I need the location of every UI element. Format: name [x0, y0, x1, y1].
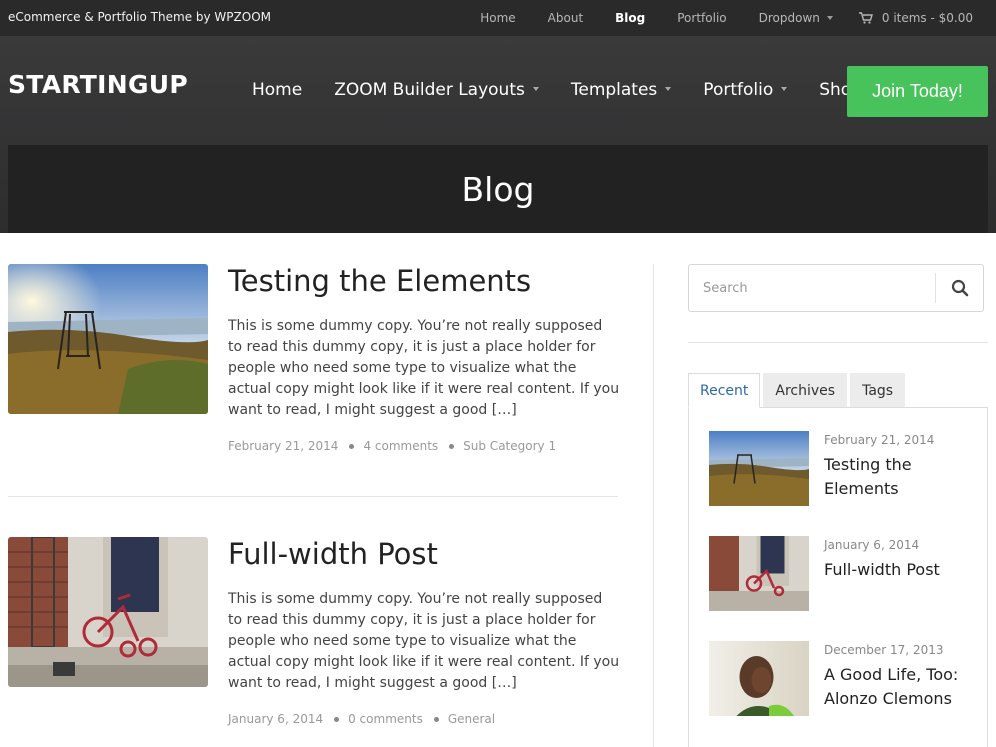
page-title: Blog [461, 169, 535, 209]
site-logo[interactable]: STARTINGUP [8, 70, 188, 99]
recent-post-date: February 21, 2014 [824, 433, 935, 447]
mainnav-zoom-builder-label: ZOOM Builder Layouts [334, 80, 525, 100]
topnav-dropdown-label: Dropdown [758, 11, 820, 25]
chevron-down-icon [665, 87, 672, 91]
recent-post-title[interactable]: Testing the Elements [824, 453, 974, 501]
topnav-blog[interactable]: Blog [599, 11, 661, 25]
recent-post-title[interactable]: A Good Life, Too: Alonzo Clemons [824, 663, 974, 711]
search-icon [951, 279, 968, 297]
topnav-home[interactable]: Home [464, 11, 531, 25]
mainnav-templates[interactable]: Templates [555, 80, 687, 100]
mainnav-zoom-builder-layouts[interactable]: ZOOM Builder Layouts [318, 80, 555, 100]
top-bar: eCommerce & Portfolio Theme by WPZOOM Ho… [0, 0, 996, 36]
separator-dot [334, 716, 340, 722]
tab-recent[interactable]: Recent [688, 373, 761, 408]
post-thumbnail-swing[interactable] [8, 264, 208, 414]
recent-post-title[interactable]: Full-width Post [824, 558, 974, 582]
recent-posts-panel: February 21, 2014 Testing the Elements J… [688, 407, 988, 747]
recent-post-thumbnail-swing[interactable] [709, 431, 809, 506]
recent-post-thumbnail-portrait[interactable] [709, 641, 809, 716]
post-meta: January 6, 2014 0 comments General [228, 712, 495, 726]
content-sidebar-divider [653, 264, 654, 747]
join-today-button[interactable]: Join Today! [847, 66, 988, 117]
post-divider [8, 496, 618, 497]
mainnav-portfolio[interactable]: Portfolio [687, 80, 803, 100]
top-nav: Home About Blog Portfolio Dropdown 0 ite… [464, 0, 996, 36]
site-tagline: eCommerce & Portfolio Theme by WPZOOM [8, 10, 271, 24]
post-title[interactable]: Testing the Elements [228, 264, 531, 298]
cart-icon [858, 12, 873, 24]
post-meta: February 21, 2014 4 comments Sub Categor… [228, 439, 556, 453]
recent-post-date: December 17, 2013 [824, 643, 944, 657]
chevron-down-icon [826, 15, 833, 20]
tab-tags[interactable]: Tags [850, 373, 906, 408]
main-nav: Home ZOOM Builder Layouts Templates Port… [236, 80, 878, 100]
post-comments-link[interactable]: 4 comments [363, 439, 438, 453]
post-date: February 21, 2014 [228, 439, 339, 453]
post-comments-link[interactable]: 0 comments [348, 712, 423, 726]
post-excerpt: This is some dummy copy. You’re not real… [228, 318, 620, 418]
separator-dot [433, 716, 439, 722]
post-date: January 6, 2014 [228, 712, 324, 726]
topnav-portfolio[interactable]: Portfolio [661, 11, 742, 25]
mainnav-templates-label: Templates [570, 80, 658, 100]
search-box [688, 264, 984, 312]
post-category-link[interactable]: General [448, 712, 495, 726]
page-title-band: Blog [8, 145, 988, 233]
sidebar-tabs: Recent Archives Tags [688, 373, 908, 408]
search-input[interactable] [689, 265, 935, 311]
post-category-link[interactable]: Sub Category 1 [463, 439, 556, 453]
site-header: STARTINGUP Home ZOOM Builder Layouts Tem… [0, 36, 996, 233]
separator-dot [349, 443, 355, 449]
cart-summary: 0 items - $0.00 [881, 11, 973, 25]
post-excerpt: This is some dummy copy. You’re not real… [228, 591, 620, 691]
cart-link[interactable]: 0 items - $0.00 [849, 11, 996, 25]
separator-dot [449, 443, 455, 449]
chevron-down-icon [532, 87, 539, 91]
topnav-about[interactable]: About [532, 11, 599, 25]
tab-archives[interactable]: Archives [763, 373, 848, 408]
mainnav-portfolio-label: Portfolio [703, 80, 774, 100]
recent-post-date: January 6, 2014 [824, 538, 920, 552]
topnav-dropdown[interactable]: Dropdown [743, 11, 849, 25]
search-button[interactable] [935, 273, 983, 303]
post-title[interactable]: Full-width Post [228, 537, 438, 571]
post-thumbnail-tricycle[interactable] [8, 537, 208, 687]
recent-post-thumbnail-tricycle[interactable] [709, 536, 809, 611]
mainnav-home[interactable]: Home [236, 80, 318, 100]
sidebar-divider [688, 342, 988, 343]
chevron-down-icon [781, 87, 788, 91]
